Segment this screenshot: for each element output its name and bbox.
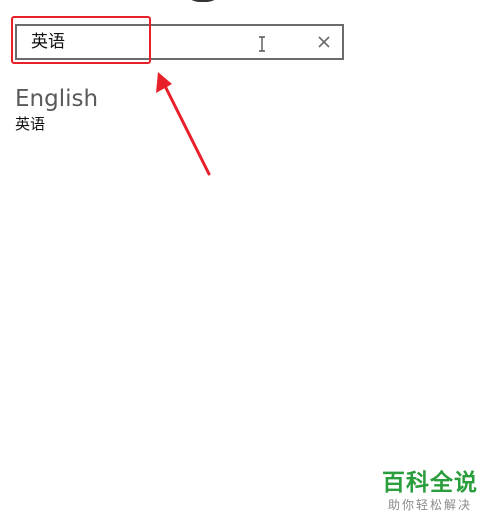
close-icon	[318, 36, 330, 48]
annotation-highlight-box	[11, 16, 151, 64]
clear-search-button[interactable]	[312, 30, 336, 54]
search-result-item[interactable]: English 英语	[15, 84, 215, 134]
page: English 英语 百科全说 助你轻松解决	[0, 0, 500, 523]
watermark-subtitle: 助你轻松解决	[387, 498, 472, 512]
cropped-element	[185, 0, 221, 2]
result-subtitle: 英语	[15, 115, 46, 133]
text-cursor-icon	[259, 36, 265, 52]
watermark-logo: 百科全说 助你轻松解决	[374, 469, 486, 513]
result-title: English	[15, 86, 99, 112]
watermark-title: 百科全说	[382, 470, 478, 496]
